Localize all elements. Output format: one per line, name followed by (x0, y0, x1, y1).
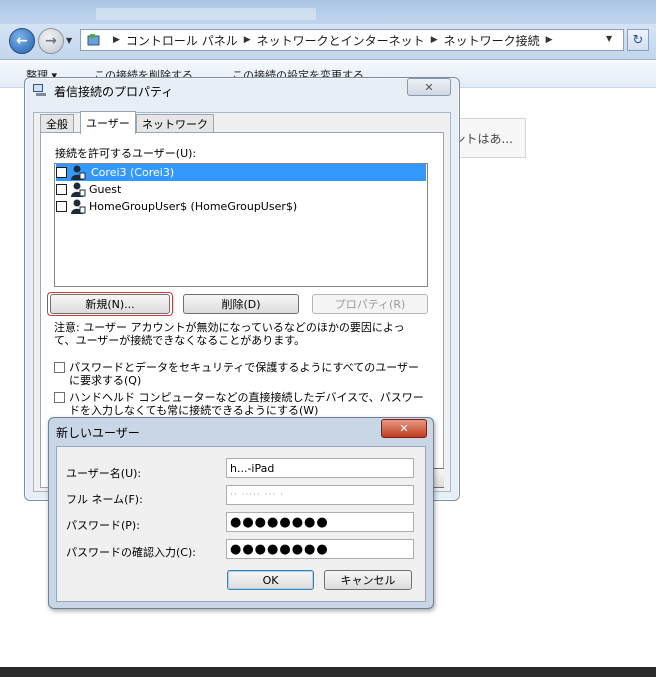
new-user-close-button[interactable]: ✕ (381, 419, 427, 438)
user-name: Corei3 (Corei3) (89, 166, 177, 179)
ok-button[interactable]: OK (227, 570, 314, 590)
user-name: HomeGroupUser$ (HomeGroupUser$) (89, 200, 298, 213)
require-secure-password-option[interactable]: パスワードとデータをセキュリティで保護するようにすべてのユーザーに要求する(Q) (54, 361, 426, 387)
arrow-right-icon: → (45, 33, 57, 49)
recent-pages-dropdown[interactable]: ▼ (66, 36, 72, 45)
breadcrumb-network-internet[interactable]: ネットワークとインターネット (257, 32, 425, 49)
user-checkbox[interactable] (56, 201, 67, 212)
user-list-item[interactable]: Guest (56, 181, 121, 198)
full-name-input[interactable]: ·· ····· ··· · (226, 485, 414, 505)
network-connection-icon (33, 84, 47, 97)
breadcrumb-separator-icon: ▶ (113, 35, 120, 45)
direct-connect-checkbox[interactable] (54, 392, 65, 403)
new-user-button[interactable]: 新規(N)... (50, 294, 170, 314)
user-icon (71, 182, 86, 197)
breadcrumb-separator-icon: ▶ (243, 35, 251, 45)
close-icon: ✕ (399, 422, 409, 435)
delete-user-button[interactable]: 削除(D) (183, 294, 299, 314)
close-icon: ✕ (424, 80, 434, 94)
require-secure-password-checkbox[interactable] (54, 362, 65, 373)
tab-general[interactable]: 全般 (40, 114, 74, 133)
user-name: Guest (89, 183, 122, 196)
back-button[interactable]: ← (9, 28, 35, 54)
control-panel-icon (87, 33, 101, 47)
confirm-password-input[interactable]: ●●●●●●●● (226, 539, 414, 559)
direct-connect-option[interactable]: ハンドヘルド コンピューターなどの直接接続したデバイスで、パスワードを入力しなく… (54, 391, 426, 417)
properties-dialog-title: 着信接続のプロパティ (54, 85, 174, 99)
breadcrumb-network-connections[interactable]: ネットワーク接続 (444, 32, 540, 49)
require-secure-password-label: パスワードとデータをセキュリティで保護するようにすべてのユーザーに要求する(Q) (69, 361, 420, 387)
users-note-text: 注意: ユーザー アカウントが無効になっているなどのほかの要因によって、ユーザー… (54, 321, 405, 347)
password-label: パスワード(P): (66, 519, 140, 532)
user-list-item[interactable]: Corei3 (Corei3) (56, 164, 426, 181)
direct-connect-label: ハンドヘルド コンピューターなどの直接接続したデバイスで、パスワードを入力しなく… (69, 391, 424, 417)
arrow-left-icon: ← (16, 33, 28, 49)
user-checkbox[interactable] (56, 184, 67, 195)
confirm-password-label: パスワードの確認入力(C): (66, 546, 196, 559)
username-input[interactable]: h...-iPad (226, 458, 414, 478)
tab-network[interactable]: ネットワーク (136, 114, 214, 133)
titlebar-faded-text (96, 8, 316, 20)
breadcrumb-control-panel[interactable]: コントロール パネル (126, 32, 238, 49)
taskbar-edge (0, 667, 656, 677)
username-label: ユーザー名(U): (66, 467, 142, 480)
allowed-users-label: 接続を許可するユーザー(U): (55, 147, 197, 160)
user-icon (71, 165, 86, 180)
refresh-icon: ↻ (632, 32, 644, 48)
connection-item-label: ントはあ... (453, 131, 513, 146)
password-input[interactable]: ●●●●●●●● (226, 512, 414, 532)
properties-close-button[interactable]: ✕ (407, 78, 451, 96)
breadcrumb-separator-icon: ▶ (545, 35, 553, 45)
address-bar[interactable]: ▶ コントロール パネル ▶ ネットワークとインターネット ▶ ネットワーク接続… (80, 29, 624, 51)
cancel-button[interactable]: キャンセル (324, 570, 412, 590)
new-user-dialog-title: 新しいユーザー (56, 426, 140, 440)
full-name-label: フル ネーム(F): (66, 493, 143, 506)
forward-button[interactable]: → (38, 28, 64, 54)
chevron-down-icon: ▼ (66, 36, 73, 45)
address-history-dropdown[interactable]: ▼ (606, 34, 612, 43)
refresh-button[interactable]: ↻ (627, 29, 649, 51)
user-icon (71, 199, 86, 214)
user-list-item[interactable]: HomeGroupUser$ (HomeGroupUser$) (56, 198, 297, 215)
user-checkbox[interactable] (56, 167, 67, 178)
user-properties-button[interactable]: プロパティ(R) (312, 294, 428, 314)
tab-users[interactable]: ユーザー (80, 111, 136, 134)
chevron-down-icon: ▼ (606, 34, 613, 43)
breadcrumb-separator-icon: ▶ (430, 35, 438, 45)
